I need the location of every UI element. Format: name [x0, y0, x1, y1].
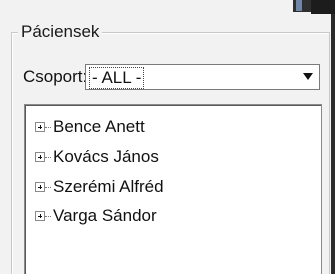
- tree-connector: [45, 156, 51, 158]
- group-filter-selected-value: - ALL -: [89, 67, 145, 89]
- tree-connector: [45, 126, 51, 128]
- window-edge-dark: [311, 0, 335, 14]
- expand-plus-icon[interactable]: [35, 152, 45, 162]
- tree-node-label: Kovács János: [53, 147, 159, 166]
- patients-tree[interactable]: Bence Anett Kovács János Szerémi Alfréd …: [24, 104, 322, 274]
- window-right-border: [331, 14, 335, 274]
- patients-panel-window: Páciensek Csoport: - ALL - Bence Anett K…: [0, 0, 335, 274]
- tree-node-label: Varga Sándor: [53, 206, 157, 225]
- group-filter-label: Csoport:: [23, 67, 88, 86]
- expand-plus-icon[interactable]: [35, 182, 45, 192]
- window-edge-accent: [296, 0, 302, 11]
- tree-node-patient[interactable]: Szerémi Alfréd: [35, 175, 164, 199]
- tree-node-patient[interactable]: Bence Anett: [35, 115, 145, 139]
- chevron-down-icon[interactable]: [303, 73, 313, 80]
- tree-node-label: Bence Anett: [53, 117, 145, 136]
- groupbox-title: Páciensek: [18, 22, 103, 42]
- tree-node-patient[interactable]: Kovács János: [35, 145, 159, 169]
- group-filter-dropdown[interactable]: - ALL -: [85, 64, 320, 90]
- expand-plus-icon[interactable]: [35, 122, 45, 132]
- expand-plus-icon[interactable]: [35, 211, 45, 221]
- tree-connector: [45, 215, 51, 217]
- tree-node-label: Szerémi Alfréd: [53, 177, 164, 196]
- tree-connector: [45, 186, 51, 188]
- tree-node-patient[interactable]: Varga Sándor: [35, 204, 157, 228]
